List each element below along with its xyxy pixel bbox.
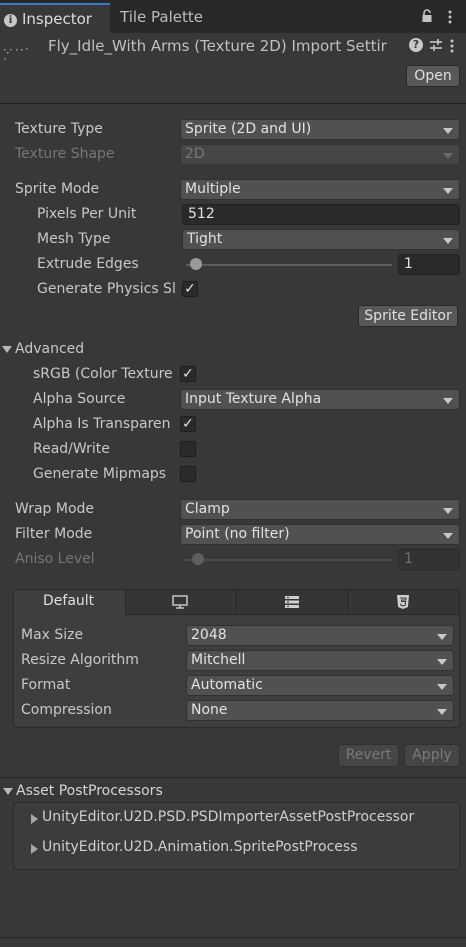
format-dropdown[interactable]: Automatic [186, 675, 454, 696]
tab-tile-palette-label: Tile Palette [120, 8, 203, 26]
alpha-source-value: Input Texture Alpha [185, 391, 322, 407]
mesh-type-label: Mesh Type [37, 231, 111, 247]
bottom-divider [0, 937, 466, 938]
header-divider [0, 103, 466, 104]
compression-label: Compression [21, 702, 112, 718]
pixels-per-unit-field[interactable]: 512 [182, 204, 460, 225]
platform-tab-default-label: Default [43, 593, 95, 609]
texture-shape-value: 2D [185, 146, 205, 162]
chevron-down-icon [443, 153, 453, 159]
max-size-label: Max Size [21, 627, 84, 643]
read-write-label: Read/Write [33, 441, 110, 457]
alpha-transparency-checkbox[interactable]: ✓ [180, 416, 196, 432]
server-icon [285, 596, 299, 608]
lock-icon[interactable] [420, 8, 434, 24]
chevron-right-icon[interactable] [31, 844, 38, 854]
texture-type-label: Texture Type [15, 121, 103, 137]
chevron-down-icon [443, 188, 453, 194]
filter-mode-dropdown[interactable]: Point (no filter) [180, 524, 460, 545]
wrap-mode-value: Clamp [185, 501, 230, 517]
aniso-slider-track [184, 559, 392, 561]
open-button[interactable]: Open [406, 65, 460, 87]
preset-icon[interactable] [429, 38, 443, 52]
chevron-down-icon [443, 508, 453, 514]
srgb-label: sRGB (Color Texture [33, 366, 173, 382]
tab-inspector-label: Inspector [22, 10, 92, 28]
info-icon: i [4, 14, 17, 27]
texture-shape-dropdown: 2D [180, 144, 460, 165]
max-size-dropdown[interactable]: 2048 [186, 625, 454, 646]
generate-mipmaps-label: Generate Mipmaps [33, 466, 167, 482]
postprocessor-item[interactable]: UnityEditor.U2D.Animation.SpritePostProc… [42, 839, 358, 855]
platform-tab-default[interactable]: Default [14, 590, 126, 615]
settings-menu-icon[interactable] [449, 38, 455, 54]
extrude-edges-label: Extrude Edges [37, 256, 139, 272]
revert-button[interactable]: Revert [338, 744, 399, 767]
wrap-mode-label: Wrap Mode [15, 501, 95, 517]
advanced-header[interactable]: Advanced [15, 341, 135, 357]
aniso-level-field: 1 [398, 549, 460, 570]
wrap-mode-dropdown[interactable]: Clamp [180, 499, 460, 520]
chevron-right-icon[interactable] [31, 814, 38, 824]
extrude-edges-field[interactable]: 1 [398, 254, 460, 275]
chevron-down-icon [437, 684, 447, 690]
postprocessors-header[interactable]: Asset PostProcessors [16, 783, 266, 799]
extrude-slider-thumb[interactable] [190, 258, 202, 270]
postprocessors-foldout-icon[interactable] [3, 788, 13, 795]
extrude-slider-track[interactable] [186, 264, 392, 266]
read-write-checkbox[interactable] [180, 441, 196, 457]
aniso-level-label: Aniso Level [15, 551, 95, 567]
filter-mode-value: Point (no filter) [185, 526, 290, 542]
kebab-menu-icon[interactable] [447, 9, 453, 25]
chevron-down-icon [443, 238, 453, 244]
asset-title: Fly_Idle_With Arms (Texture 2D) Import S… [48, 37, 387, 55]
sprite-mode-value: Multiple [185, 181, 241, 197]
resize-algorithm-dropdown[interactable]: Mitchell [186, 650, 454, 671]
monitor-icon [172, 595, 188, 609]
format-value: Automatic [191, 677, 263, 693]
texture-type-value: Sprite (2D and UI) [185, 121, 312, 137]
postprocessor-item[interactable]: UnityEditor.U2D.PSD.PSDImporterAssetPost… [42, 809, 414, 825]
section-divider [0, 777, 466, 778]
chevron-down-icon [443, 533, 453, 539]
filter-mode-label: Filter Mode [15, 526, 93, 542]
apply-button[interactable]: Apply [404, 744, 460, 767]
alpha-source-label: Alpha Source [33, 391, 126, 407]
chevron-down-icon [437, 634, 447, 640]
chevron-down-icon [443, 128, 453, 134]
generate-mipmaps-checkbox[interactable] [180, 466, 196, 482]
platform-tab-webgl[interactable] [348, 590, 459, 615]
format-label: Format [21, 677, 71, 693]
generate-physics-label: Generate Physics Sl [37, 281, 176, 297]
advanced-foldout-icon[interactable] [2, 346, 12, 353]
texture-preview-icon [2, 44, 42, 64]
max-size-value: 2048 [191, 627, 227, 643]
generate-physics-checkbox[interactable]: ✓ [182, 281, 198, 297]
sprite-mode-dropdown[interactable]: Multiple [180, 179, 460, 200]
chevron-down-icon [437, 709, 447, 715]
platform-tab-standalone[interactable] [126, 590, 237, 615]
platform-tab-server[interactable] [237, 590, 348, 615]
pixels-per-unit-label: Pixels Per Unit [37, 206, 137, 222]
help-icon[interactable]: ? [409, 38, 423, 52]
alpha-source-dropdown[interactable]: Input Texture Alpha [180, 389, 460, 410]
texture-shape-label: Texture Shape [15, 146, 115, 162]
compression-value: None [191, 702, 228, 718]
aniso-slider-thumb [192, 553, 204, 565]
texture-type-dropdown[interactable]: Sprite (2D and UI) [180, 119, 460, 140]
resize-algorithm-label: Resize Algorithm [21, 652, 139, 668]
alpha-transparency-label: Alpha Is Transparen [33, 416, 171, 432]
resize-algorithm-value: Mitchell [191, 652, 246, 668]
srgb-checkbox[interactable]: ✓ [180, 366, 196, 382]
chevron-down-icon [443, 398, 453, 404]
mesh-type-dropdown[interactable]: Tight [182, 229, 460, 250]
tab-tile-palette[interactable]: Tile Palette [112, 3, 212, 33]
mesh-type-value: Tight [187, 231, 223, 247]
chevron-down-icon [437, 659, 447, 665]
html5-icon [397, 595, 409, 609]
sprite-mode-label: Sprite Mode [15, 181, 100, 197]
compression-dropdown[interactable]: None [186, 700, 454, 721]
sprite-editor-button[interactable]: Sprite Editor [358, 305, 458, 327]
tab-inspector[interactable]: i Inspector [0, 3, 110, 33]
